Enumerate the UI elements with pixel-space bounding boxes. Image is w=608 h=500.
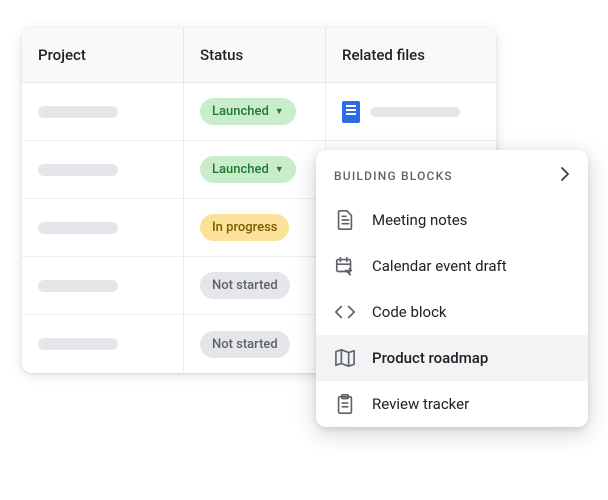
menu-item-label: Code block xyxy=(372,303,447,321)
placeholder-text xyxy=(38,280,118,292)
document-icon xyxy=(334,209,356,231)
status-cell[interactable]: Launched ▼ xyxy=(184,83,326,140)
menu-item-label: Product roadmap xyxy=(372,349,488,367)
building-blocks-popup: BUILDING BLOCKS Meeting notes Calendar ev… xyxy=(316,150,588,427)
caret-down-icon: ▼ xyxy=(275,164,284,175)
caret-down-icon: ▼ xyxy=(275,106,284,117)
placeholder-text xyxy=(38,222,118,234)
placeholder-text xyxy=(38,164,118,176)
project-cell[interactable] xyxy=(22,141,184,198)
project-cell[interactable] xyxy=(22,315,184,373)
code-icon xyxy=(334,301,356,323)
status-chip-label: Not started xyxy=(212,278,278,293)
files-cell[interactable] xyxy=(326,83,496,140)
doc-file-icon xyxy=(342,101,360,123)
placeholder-text xyxy=(38,106,118,118)
project-cell[interactable] xyxy=(22,83,184,140)
menu-item-product-roadmap[interactable]: Product roadmap xyxy=(316,335,588,381)
status-chip-label: Not started xyxy=(212,337,278,352)
menu-item-calendar-event-draft[interactable]: Calendar event draft xyxy=(316,243,588,289)
placeholder-text xyxy=(370,107,460,117)
header-status: Status xyxy=(184,28,326,82)
status-chip-label: Launched xyxy=(212,162,269,177)
calendar-draft-icon xyxy=(334,255,356,277)
status-chip[interactable]: Launched ▼ xyxy=(200,98,296,125)
menu-item-code-block[interactable]: Code block xyxy=(316,289,588,335)
menu-item-label: Meeting notes xyxy=(372,211,467,229)
status-chip-label: In progress xyxy=(212,220,277,235)
menu-item-review-tracker[interactable]: Review tracker xyxy=(316,381,588,427)
status-cell[interactable]: Not started xyxy=(184,315,326,373)
project-cell[interactable] xyxy=(22,199,184,256)
table-header-row: Project Status Related files xyxy=(22,28,496,83)
status-chip[interactable]: Not started xyxy=(200,331,290,358)
chevron-right-icon xyxy=(560,166,570,185)
placeholder-text xyxy=(38,338,118,350)
popup-header[interactable]: BUILDING BLOCKS xyxy=(316,150,588,197)
map-icon xyxy=(334,347,356,369)
popup-title: BUILDING BLOCKS xyxy=(334,169,453,183)
status-chip[interactable]: Not started xyxy=(200,272,290,299)
status-chip[interactable]: In progress xyxy=(200,214,289,241)
clipboard-icon xyxy=(334,393,356,415)
status-chip-label: Launched xyxy=(212,104,269,119)
status-chip[interactable]: Launched ▼ xyxy=(200,156,296,183)
menu-item-label: Calendar event draft xyxy=(372,257,507,275)
menu-item-meeting-notes[interactable]: Meeting notes xyxy=(316,197,588,243)
header-files: Related files xyxy=(326,28,496,82)
project-cell[interactable] xyxy=(22,257,184,314)
status-cell[interactable]: Not started xyxy=(184,257,326,314)
status-cell[interactable]: In progress xyxy=(184,199,326,256)
status-cell[interactable]: Launched ▼ xyxy=(184,141,326,198)
table-row: Launched ▼ xyxy=(22,83,496,141)
menu-item-label: Review tracker xyxy=(372,395,469,413)
header-project: Project xyxy=(22,28,184,82)
